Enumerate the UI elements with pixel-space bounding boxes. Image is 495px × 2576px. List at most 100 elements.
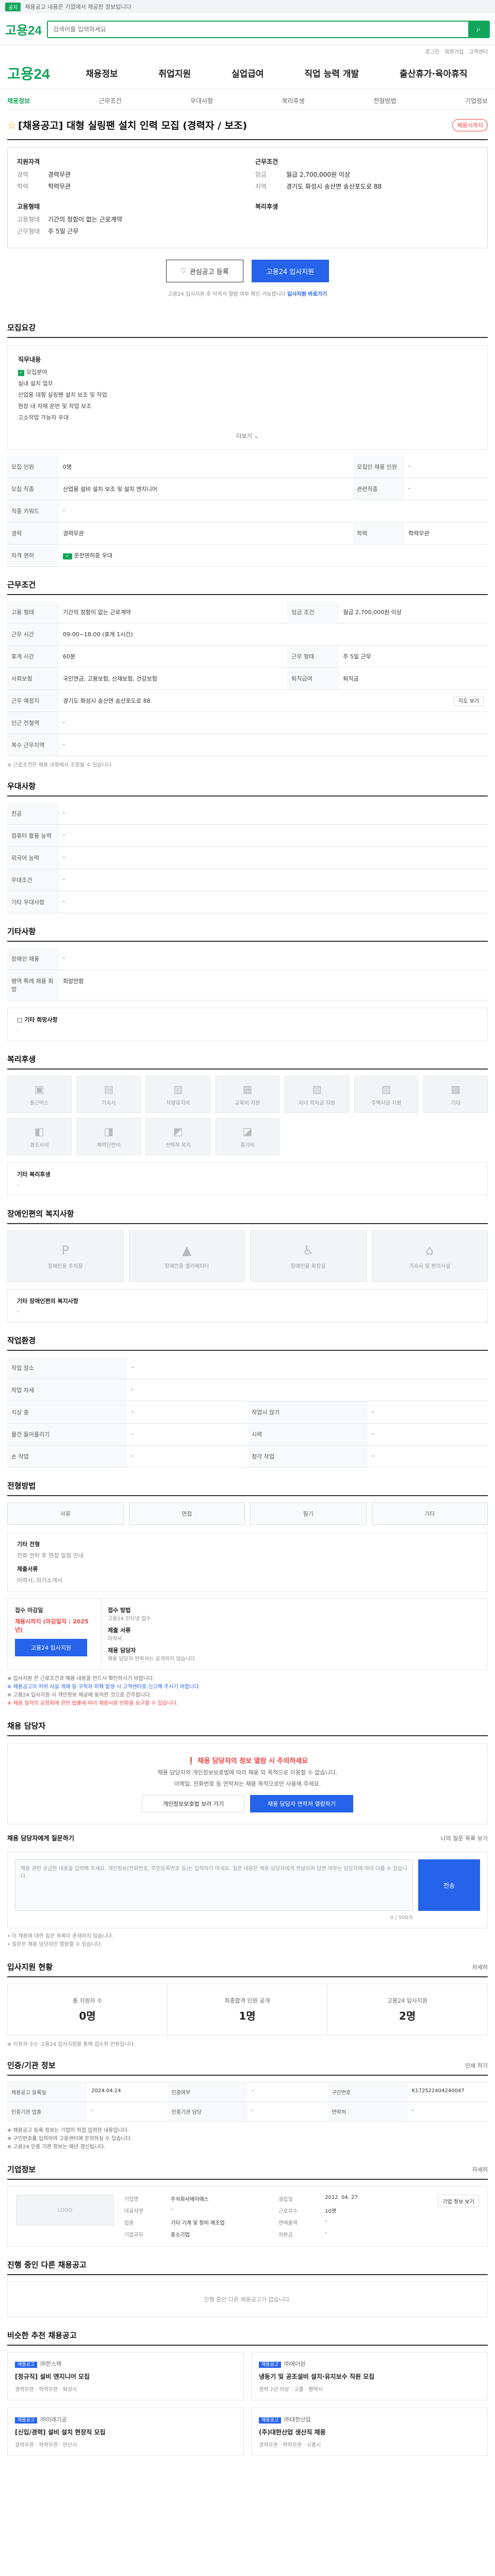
section-title: 복리후생 — [7, 1055, 36, 1064]
main-nav: 고용24 채용정보 취업지원 실업급여 직업 능력 개발 출산휴가·육아휴직 — [0, 57, 495, 89]
stat-label: 고용24 입사지원 — [387, 1997, 428, 2004]
table-value: 경력무관 — [59, 522, 353, 545]
question-submit-button[interactable]: 전송 — [418, 1859, 480, 1911]
jobinfo-note: ※ 채용공고 등록 정보는 기업이 직접 입력한 내용입니다. — [7, 2128, 129, 2133]
summary-value: 월급 2,700,000원 이상 — [286, 171, 350, 178]
menu-item-leave[interactable]: 출산휴가·육아휴직 — [400, 66, 468, 79]
warn-line: ※ 입사지원 전 근로조건과 채용 내용을 반드시 확인하시기 바랍니다. — [7, 1676, 155, 1682]
section-env: 작업환경 작업 장소 - 작업 자세 - 지상 층 - 작업시 앉기 - 물건 들어올리기… — [7, 1323, 488, 1468]
menu-item-benefit[interactable]: 실업급여 — [232, 66, 264, 79]
table-value: - — [59, 948, 488, 970]
reco-card[interactable]: 채용공고 ㈜미래기공 [신입/경력] 설비 설치 현장직 모집 경력무관 · 학력무관… — [7, 2408, 244, 2456]
welfare-card: ◩ 선택적 복지 — [146, 1118, 210, 1155]
top-logo[interactable]: 고용24 — [5, 20, 42, 38]
table-value: - — [368, 1423, 488, 1446]
reco-company: ㈜한스텍 — [40, 2361, 62, 2367]
reco-card[interactable]: 채용공고 ㈜한스텍 [정규직] 설비 엔지니어 모집 경력무관 · 학력무관 · 화성… — [7, 2352, 244, 2400]
apply-button[interactable]: 고용24 입사지원 — [252, 260, 329, 282]
util-help[interactable]: 고객센터 — [469, 47, 488, 55]
bus-icon: ▣ — [34, 1082, 44, 1095]
info-value: - — [87, 2102, 168, 2122]
table-key: 전공 — [7, 803, 59, 825]
table-row: 사회보험 국민연금, 고용보험, 산재보험, 건강보험 퇴직급여 퇴직금 — [7, 667, 488, 690]
sub-tabs: 채용정보 근무조건 우대사항 복리후생 전형방법 기업정보 — [7, 89, 488, 110]
section-recruit: 모집요강 직무내용 ✓ 모집분야 실내 설치 업무 산업용 대형 실링팬 설치 보… — [7, 310, 488, 567]
menu-item-support[interactable]: 취업지원 — [159, 66, 191, 79]
search-icon[interactable]: ⌕ — [468, 21, 489, 37]
view-contact-button[interactable]: 채용 담당자 연락처 열람하기 — [250, 1795, 353, 1812]
apply-button-bottom[interactable]: 고용24 입사지원 — [15, 1639, 87, 1656]
section-disabled: 장애인편의 복지사항 P 장애인용 주차장 ▲ 장애인용 엘리베이터 ♿ 장애인용 화… — [7, 1196, 488, 1323]
tab-process[interactable]: 전형방법 — [373, 96, 396, 105]
company-value: - — [325, 2218, 327, 2224]
welfare-label: 기타 — [451, 1100, 460, 1106]
tab-recruit[interactable]: 채용정보 — [7, 96, 30, 105]
reco-card[interactable]: 채용공고 ㈜에이원 냉동기 및 공조설비 설치·유지보수 직원 모집 경력 2년 이상… — [251, 2352, 488, 2400]
warn-line: ※ 채용공고의 허위 사실 게재 등 구직자 피해 발생 시 고객센터로 신고해… — [7, 1684, 201, 1690]
welfare-card: ▧ 자녀 학자금 지원 — [285, 1076, 349, 1113]
map-button[interactable]: 지도 보기 — [454, 697, 484, 706]
section-title: 우대사항 — [7, 782, 36, 791]
company-value: 2012. 04. 27 — [325, 2195, 358, 2200]
page-title: ☆ [채용공고] 대형 실링팬 설치 인력 모집 (경력자 / 보조) — [7, 118, 247, 132]
tab-prefer[interactable]: 우대사항 — [190, 96, 213, 105]
menu-item-training[interactable]: 직업 능력 개발 — [304, 66, 359, 79]
tab-company[interactable]: 기업정보 — [465, 96, 488, 105]
welfare-card: ▤ 기숙사 — [76, 1076, 141, 1113]
menu-item-jobs[interactable]: 채용정보 — [86, 66, 118, 79]
disabled-tag-box: 기타 장애인편의 복지사항 - — [7, 1289, 488, 1323]
summary-employment: 고용형태 고용형태 기간의 정함이 없는 근로계약 근무형태 주 5일 근무 — [17, 202, 240, 239]
more-button[interactable]: 더보기 ⌄ — [18, 432, 477, 440]
tab-condition[interactable]: 근무조건 — [99, 96, 122, 105]
table-key: 학력 — [353, 522, 405, 545]
util-login[interactable]: 로그인 — [425, 47, 440, 55]
process-step: 면접 — [128, 1502, 245, 1525]
privacy-law-button[interactable]: 개인정보보호법 보러 가기 — [142, 1795, 245, 1812]
my-questions-link[interactable]: 나의 질문 목록 보기 — [441, 1834, 488, 1842]
process-etc-value: 전화 연락 후 면접 일정 안내 — [17, 1552, 84, 1559]
main-logo[interactable]: 고용24 — [7, 63, 50, 83]
company-info-button[interactable]: 기업 정보 보기 — [438, 2195, 479, 2207]
table-value: - — [127, 1445, 248, 1468]
table-key: 고용 형태 — [7, 601, 59, 623]
jobinfo-note: ※ 구인번호를 입력하여 고용센터에 문의하실 수 있습니다. — [7, 2136, 133, 2142]
table-key: 직종 키워드 — [7, 500, 59, 522]
search-input[interactable] — [47, 21, 468, 37]
summary-row: 경력 경력무관 — [17, 170, 240, 179]
section-title: 근무조건 — [7, 580, 36, 589]
table-key: 우대조건 — [7, 869, 59, 891]
table-key: 인근 전철역 — [7, 711, 59, 734]
scrap-button[interactable]: ♡ 관심공고 등록 — [166, 260, 243, 282]
print-button[interactable]: 인쇄 하기 — [465, 2061, 488, 2070]
summary-condition: 근무조건 임금 월급 2,700,000원 이상 지역 경기도 화성시 송산면 송산… — [255, 157, 478, 194]
info-key: 연락처 — [327, 2102, 408, 2122]
stats-more-link[interactable]: 자세히 — [472, 1963, 488, 1971]
disabled-card: ▲ 장애인용 엘리베이터 — [128, 1230, 245, 1282]
section-head: 우대사항 — [7, 781, 488, 796]
summary-value: 경기도 화성시 송산면 송산포도로 88 — [286, 183, 382, 190]
section-head: 기타사항 — [7, 926, 488, 942]
question-foot: • 이 채용에 대한 질문 목록이 존재하지 않습니다. • 질문은 채용 담당… — [7, 1933, 488, 1949]
reco-card[interactable]: 채용공고 ㈜대한산업 (주)대한산업 생산직 채용 경력무관 · 학력무관 · 시흥시 — [251, 2408, 488, 2456]
ask-head: 채용 담당자에게 질문하기 나의 질문 목록 보기 — [7, 1834, 488, 1846]
dorm-icon: ▤ — [104, 1082, 114, 1095]
qa-caution-box: ❗ 채용 담당자의 정보 열람 시 주의하세요 채용 담당자의 개인정보보호법에… — [7, 1743, 488, 1824]
table-value: 0명 — [59, 456, 353, 478]
reco-tag: 채용공고 — [15, 2417, 38, 2424]
info-key: 인증기관 업종 — [7, 2102, 88, 2122]
company-logo: LOGO — [16, 2195, 114, 2226]
reco-title: [정규직] 설비 엔지니어 모집 — [15, 2373, 90, 2380]
question-textarea[interactable]: 채용 관련 궁금한 내용을 입력해 주세요. 개인정보(전화번호, 주민등록번호… — [15, 1859, 413, 1911]
star-icon[interactable]: ☆ — [7, 120, 16, 131]
jobinfo-grid: 채용공고 등록일 2024.04.24 인증여부 - 구인번호 K1725224042… — [7, 2082, 488, 2122]
util-join[interactable]: 회원가입 — [444, 47, 464, 55]
company-more-link[interactable]: 자세히 — [472, 2165, 488, 2174]
summary-row: 임금 월급 2,700,000원 이상 — [255, 170, 478, 179]
caution-link[interactable]: 입사지원 바로가기 — [287, 292, 327, 297]
table-row: 작업 자세 - — [7, 1379, 488, 1401]
notice-bar: 공지 채용공고 내용은 기업에서 제공한 정보입니다 — [0, 0, 495, 13]
welfare-card: ▩ 기타 — [423, 1076, 488, 1113]
more-label: 더보기 — [236, 433, 252, 439]
tab-welfare[interactable]: 복리후생 — [282, 96, 305, 105]
summary-qualification-title: 지원자격 — [17, 158, 40, 165]
